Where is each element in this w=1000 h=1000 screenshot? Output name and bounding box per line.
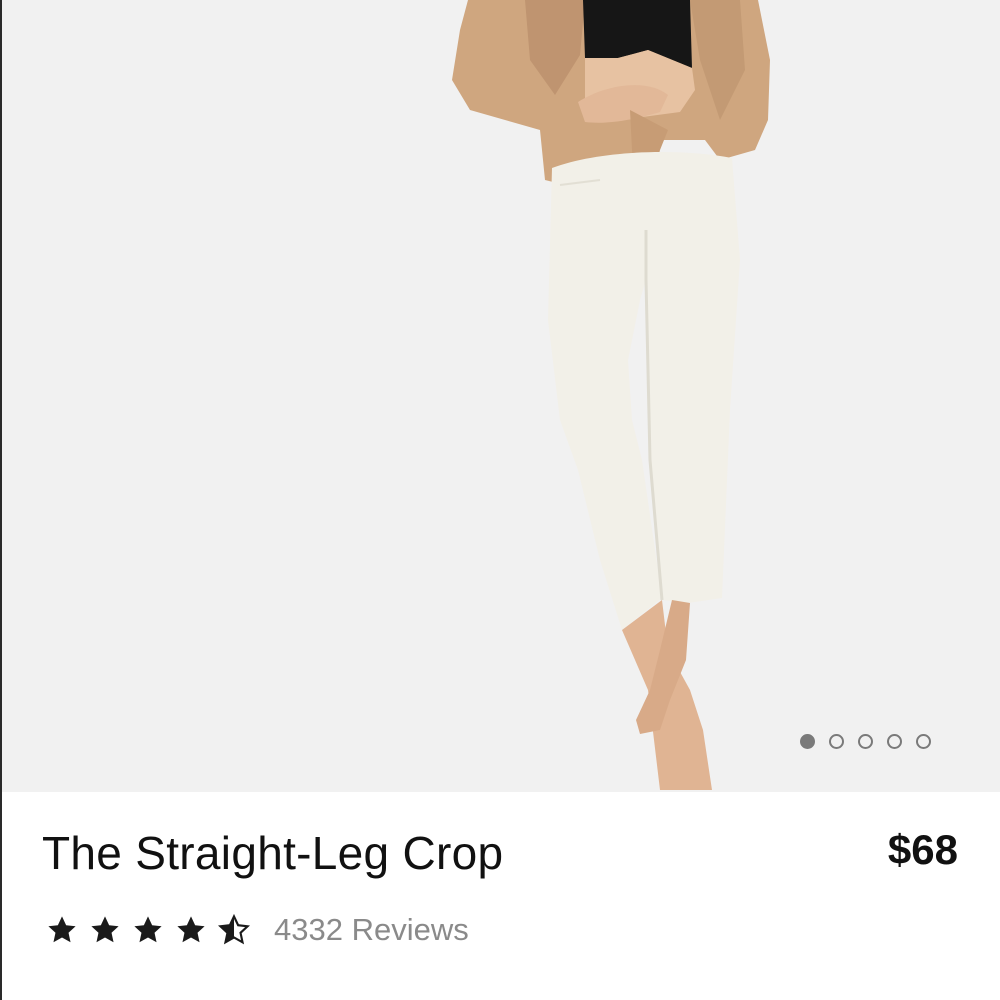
star-icon (46, 914, 78, 946)
star-rating (46, 914, 250, 946)
product-image[interactable] (0, 0, 1000, 792)
carousel-dot[interactable] (829, 734, 844, 749)
rating-row[interactable]: 4332 Reviews (46, 912, 469, 948)
star-icon (132, 914, 164, 946)
left-border (0, 0, 2, 1000)
reviews-count-link[interactable]: 4332 Reviews (274, 912, 469, 948)
carousel-dot[interactable] (887, 734, 902, 749)
product-card[interactable]: The Straight-Leg Crop $68 4332 Reviews (0, 0, 1000, 1000)
product-title[interactable]: The Straight-Leg Crop (42, 826, 503, 880)
carousel-dots (800, 734, 931, 749)
carousel-dot[interactable] (916, 734, 931, 749)
product-price: $68 (887, 826, 958, 873)
star-icon (89, 914, 121, 946)
carousel-dot[interactable] (800, 734, 815, 749)
model-photo (452, 0, 770, 790)
carousel-dot[interactable] (858, 734, 873, 749)
half-star-icon (218, 914, 250, 946)
star-icon (175, 914, 207, 946)
